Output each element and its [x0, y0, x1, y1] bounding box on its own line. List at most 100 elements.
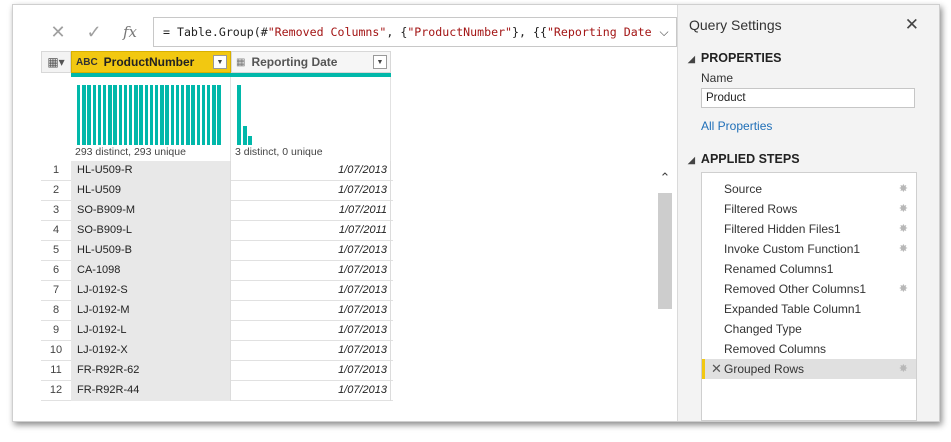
applied-step[interactable]: ✕ Grouped Rows ✸: [702, 359, 916, 379]
cell-reporting-date[interactable]: 1/07/2011: [231, 201, 391, 221]
scrollbar-thumb[interactable]: [658, 193, 672, 309]
row-number: 1: [52, 164, 60, 176]
table-rows: 1 HL-U509-R 1/07/2013 2 HL-U509 1/07/2013 3 SO-…: [41, 161, 393, 401]
cell-productnumber[interactable]: HL-U509-B: [71, 241, 231, 261]
table-row[interactable]: 9 LJ-0192-L 1/07/2013: [41, 321, 393, 341]
fx-icon[interactable]: fx: [115, 17, 145, 47]
column-header-productnumber[interactable]: ABC ProductNumber ▼: [71, 51, 231, 73]
filter-dropdown-icon[interactable]: ▼: [213, 55, 227, 69]
gear-icon[interactable]: ✸: [899, 199, 908, 219]
close-icon[interactable]: ✕: [905, 15, 919, 35]
distribution-bar: [123, 85, 128, 145]
cell-reporting-date[interactable]: 1/07/2013: [231, 181, 391, 201]
distribution-bar: [160, 85, 164, 145]
distribution-bar: [212, 85, 216, 145]
collapse-triangle-icon[interactable]: ◢: [688, 155, 695, 166]
applied-step[interactable]: Renamed Columns1: [702, 259, 916, 279]
applied-step[interactable]: Expanded Table Column1: [702, 299, 916, 319]
applied-steps-section-header[interactable]: ◢ APPLIED STEPS: [688, 152, 800, 166]
applied-step[interactable]: Changed Type: [702, 319, 916, 339]
table-row[interactable]: 6 CA-1098 1/07/2013: [41, 261, 393, 281]
cell-reporting-date[interactable]: 1/07/2011: [231, 221, 391, 241]
step-label: Renamed Columns1: [724, 262, 834, 276]
step-label: Filtered Hidden Files1: [724, 222, 841, 236]
cell-productnumber[interactable]: HL-U509: [71, 181, 231, 201]
collapse-triangle-icon[interactable]: ◢: [688, 54, 695, 65]
cell-productnumber[interactable]: LJ-0192-X: [71, 341, 231, 361]
gear-icon[interactable]: ✸: [899, 359, 908, 379]
row-number: 2: [52, 184, 60, 196]
data-grid: ▦▾ ABC ProductNumber ▼ ▦ Reporting Date …: [41, 51, 393, 421]
applied-step[interactable]: Removed Other Columns1 ✸: [702, 279, 916, 299]
cell-productnumber[interactable]: HL-U509-R: [71, 161, 231, 181]
query-name-input[interactable]: Product: [701, 88, 915, 108]
cell-reporting-date[interactable]: 1/07/2013: [231, 361, 391, 381]
table-row[interactable]: 8 LJ-0192-M 1/07/2013: [41, 301, 393, 321]
step-label: Removed Columns: [724, 342, 827, 356]
applied-step[interactable]: Filtered Rows ✸: [702, 199, 916, 219]
cancel-icon[interactable]: ✕: [43, 17, 73, 47]
table-menu-icon[interactable]: ▦▾: [41, 51, 71, 73]
step-label: Changed Type: [724, 322, 802, 336]
table-row[interactable]: 12 FR-R92R-44 1/07/2013: [41, 381, 393, 401]
table-row[interactable]: 11 FR-R92R-62 1/07/2013: [41, 361, 393, 381]
step-label: Expanded Table Column1: [724, 302, 862, 316]
text-type-icon[interactable]: ABC: [76, 57, 98, 68]
cell-reporting-date[interactable]: 1/07/2013: [231, 341, 391, 361]
cell-productnumber[interactable]: LJ-0192-L: [71, 321, 231, 341]
distribution-bar: [129, 85, 133, 145]
chevron-down-icon[interactable]: ⌵: [652, 18, 676, 46]
distribution-bar: [87, 85, 91, 145]
cell-reporting-date[interactable]: 1/07/2013: [231, 261, 391, 281]
commit-icon[interactable]: ✓: [79, 17, 109, 47]
step-label: Source: [724, 182, 763, 196]
gear-icon[interactable]: ✸: [899, 279, 908, 299]
cell-reporting-date[interactable]: 1/07/2013: [231, 281, 391, 301]
distribution-bar: [181, 85, 185, 145]
delete-step-icon[interactable]: ✕: [711, 359, 722, 379]
distribution-bar: [191, 85, 195, 145]
cell-reporting-date[interactable]: 1/07/2013: [231, 381, 391, 401]
table-row[interactable]: 2 HL-U509 1/07/2013: [41, 181, 393, 201]
formula-input[interactable]: = Table.Group(#"Removed Columns", {"Prod…: [153, 17, 677, 47]
cell-productnumber[interactable]: CA-1098: [71, 261, 231, 281]
distribution-bar: [196, 85, 200, 145]
applied-step[interactable]: Invoke Custom Function1 ✸: [702, 239, 916, 259]
table-row[interactable]: 4 SO-B909-L 1/07/2011: [41, 221, 393, 241]
cell-productnumber[interactable]: SO-B909-M: [71, 201, 231, 221]
cell-productnumber[interactable]: FR-R92R-62: [71, 361, 231, 381]
vertical-scrollbar[interactable]: ⌃: [655, 169, 675, 421]
step-label: Filtered Rows: [724, 202, 798, 216]
cell-reporting-date[interactable]: 1/07/2013: [231, 161, 391, 181]
all-properties-link[interactable]: All Properties: [701, 119, 772, 133]
cell-reporting-date[interactable]: 1/07/2013: [231, 301, 391, 321]
distribution-bar: [139, 85, 143, 145]
cell-productnumber[interactable]: FR-R92R-44: [71, 381, 231, 401]
cell-reporting-date[interactable]: 1/07/2013: [231, 241, 391, 261]
table-row[interactable]: 3 SO-B909-M 1/07/2011: [41, 201, 393, 221]
table-row[interactable]: 7 LJ-0192-S 1/07/2013: [41, 281, 393, 301]
applied-step[interactable]: Source ✸: [702, 179, 916, 199]
column-name: Reporting Date: [251, 55, 338, 69]
applied-step[interactable]: Removed Columns: [702, 339, 916, 359]
cell-productnumber[interactable]: LJ-0192-S: [71, 281, 231, 301]
name-label: Name: [701, 71, 734, 85]
distribution-bar: [77, 85, 81, 145]
cell-productnumber[interactable]: SO-B909-L: [71, 221, 231, 241]
column-header-reporting-date[interactable]: ▦ Reporting Date ▼: [231, 51, 391, 73]
row-number: 4: [52, 224, 60, 236]
cell-reporting-date[interactable]: 1/07/2013: [231, 321, 391, 341]
cell-productnumber[interactable]: LJ-0192-M: [71, 301, 231, 321]
row-number: 11: [50, 364, 62, 376]
filter-dropdown-icon[interactable]: ▼: [373, 55, 387, 69]
table-row[interactable]: 5 HL-U509-B 1/07/2013: [41, 241, 393, 261]
table-row[interactable]: 10 LJ-0192-X 1/07/2013: [41, 341, 393, 361]
table-row[interactable]: 1 HL-U509-R 1/07/2013: [41, 161, 393, 181]
applied-step[interactable]: Filtered Hidden Files1 ✸: [702, 219, 916, 239]
date-type-icon[interactable]: ▦: [236, 57, 245, 68]
properties-section-header[interactable]: ◢ PROPERTIES: [688, 51, 782, 65]
chevron-up-icon[interactable]: ⌃: [655, 169, 675, 187]
gear-icon[interactable]: ✸: [899, 239, 908, 259]
gear-icon[interactable]: ✸: [899, 179, 908, 199]
gear-icon[interactable]: ✸: [899, 219, 908, 239]
